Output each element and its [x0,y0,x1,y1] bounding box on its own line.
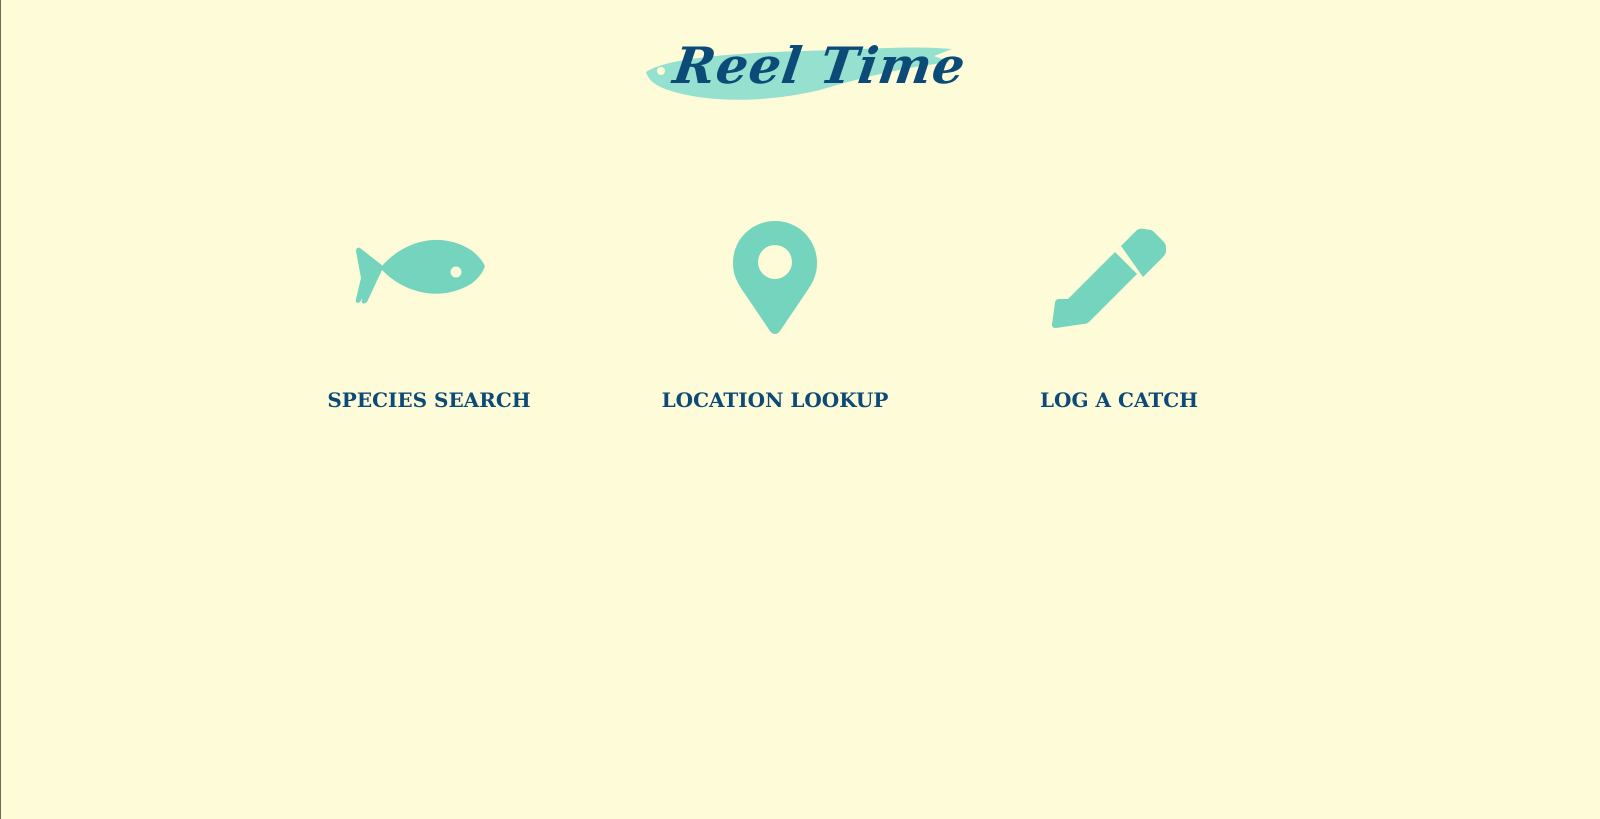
species-search-label: SPECIES SEARCH [327,388,531,412]
pencil-icon [989,210,1249,340]
brand-logo[interactable]: Reel Time [640,34,970,108]
log-a-catch-link[interactable]: LOG A CATCH [989,210,1249,420]
map-pin-icon [645,210,905,340]
species-search-link[interactable]: SPECIES SEARCH [299,210,559,420]
location-lookup-label: LOCATION LOOKUP [661,388,889,412]
log-a-catch-label: LOG A CATCH [1039,388,1199,412]
fish-icon [299,210,559,340]
brand-title: Reel Time [669,36,970,95]
location-lookup-link[interactable]: LOCATION LOOKUP [645,210,905,420]
window-edge [0,0,1,819]
